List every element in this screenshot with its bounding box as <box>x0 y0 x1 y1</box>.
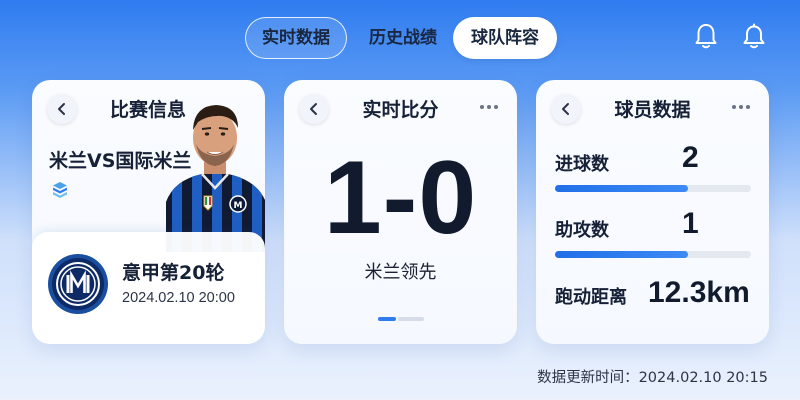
more-options-icon[interactable] <box>479 102 499 112</box>
stat-goals-bar-fill <box>555 185 689 192</box>
update-timestamp: 数据更新时间：2024.02.10 20:15 <box>537 370 768 386</box>
tab-history[interactable]: 历史战绩 <box>355 17 451 59</box>
stat-distance-value: 12.3km <box>648 276 750 309</box>
live-score: 1-0 <box>323 140 478 256</box>
match-round: 意甲第20轮 <box>122 262 225 284</box>
inter-milan-logo-icon <box>48 254 108 314</box>
stat-assists-label: 助攻数 <box>555 220 609 241</box>
svg-text:M: M <box>234 201 243 211</box>
score-status: 米兰领先 <box>364 262 437 283</box>
stat-assists-value: 1 <box>682 207 699 240</box>
page-indicator <box>378 317 424 321</box>
stat-distance-label: 跑动距离 <box>555 287 627 308</box>
chevron-left-icon <box>58 103 65 115</box>
page-indicator-inactive <box>398 317 424 321</box>
live-score-card: 实时比分 1-0 米兰领先 <box>284 80 517 344</box>
stat-goals-bar <box>555 185 751 192</box>
stat-assists-bar <box>555 251 751 258</box>
tab-live-data[interactable]: 实时数据 <box>245 17 347 59</box>
stat-goals-label: 进球数 <box>555 154 609 175</box>
player-photo: M <box>166 105 265 252</box>
tab-team-lineup[interactable]: 球队阵容 <box>453 17 557 59</box>
stat-assists-bar-fill <box>555 251 689 258</box>
back-button[interactable] <box>47 94 77 124</box>
match-datetime: 2024.02.10 20:00 <box>122 290 235 306</box>
page-indicator-active <box>378 317 396 321</box>
top-tab-bar: 实时数据 历史战绩 球队阵容 <box>245 17 557 59</box>
match-info-card: 比赛信息 米兰VS国际米兰 M 意甲第20轮 2024.02.10 20:00 <box>32 80 265 344</box>
player-stats-card: 球员数据 进球数 2 助攻数 1 跑动距离 12.3km <box>536 80 769 344</box>
stat-goals-value: 2 <box>682 141 699 174</box>
league-logo-icon <box>53 182 67 198</box>
match-round-panel: 意甲第20轮 2024.02.10 20:00 <box>32 232 265 344</box>
bell-icon[interactable] <box>741 22 767 50</box>
bell-outline-icon[interactable] <box>693 22 719 50</box>
more-options-icon[interactable] <box>731 102 751 112</box>
